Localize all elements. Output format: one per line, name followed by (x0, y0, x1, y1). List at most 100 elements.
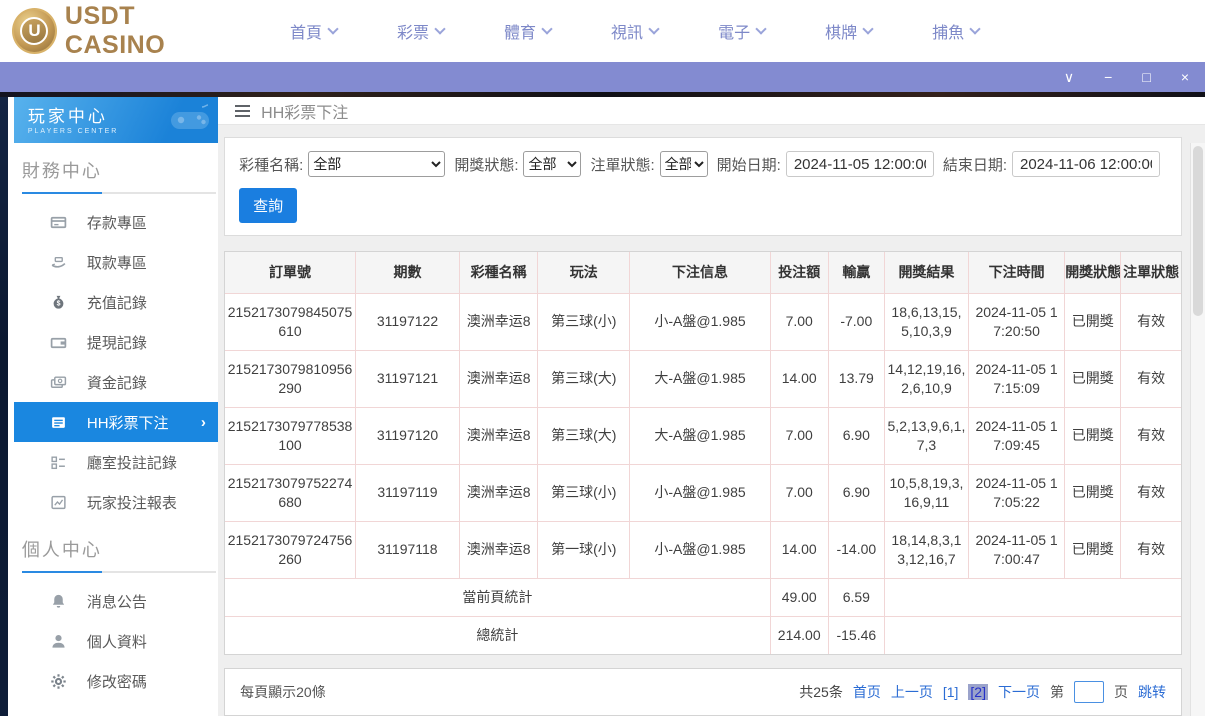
column-header: 開獎結果 (884, 252, 968, 293)
sidebar-item-withdraw[interactable]: 取款專區 (14, 242, 218, 282)
sidebar-item-announcements[interactable]: 消息公告 (14, 581, 218, 621)
sidebar-item-funds-records[interactable]: 資金記錄 (14, 362, 218, 402)
column-header: 期數 (355, 252, 459, 293)
scrollbar-thumb[interactable] (1193, 146, 1203, 316)
sidebar-item-change-password[interactable]: 修改密碼 (14, 661, 218, 701)
nav-item-home[interactable]: 首頁 (290, 19, 337, 43)
breadcrumb: HH彩票下注 (218, 97, 1205, 125)
sidebar-item-player-bet-report[interactable]: 玩家投注報表 (14, 482, 218, 522)
cell-bet-info: 大-A盤@1.985 (630, 407, 770, 464)
cell-bet-info: 大-A盤@1.985 (630, 350, 770, 407)
summary-win-loss: -15.46 (828, 616, 884, 654)
search-button[interactable]: 查詢 (239, 188, 297, 223)
nav-item-sports[interactable]: 體育 (504, 19, 551, 43)
column-header: 玩法 (538, 252, 630, 293)
first-page-link[interactable]: 首页 (853, 682, 881, 702)
nav-item-label: 體育 (504, 19, 536, 43)
cell-order-no: 2152173079778538100 (225, 407, 355, 464)
summary-amount: 214.00 (770, 616, 828, 654)
nav-item-label: 彩票 (397, 19, 429, 43)
cell-win-loss: 13.79 (828, 350, 884, 407)
nav-item-label: 捕魚 (932, 19, 964, 43)
cell-bet-time: 2024-11-05 17:05:22 (969, 464, 1065, 521)
sidebar-item-profile[interactable]: 個人資料 (14, 621, 218, 661)
page-size-text: 每頁顯示20條 (240, 682, 326, 702)
nav-item-boardgames[interactable]: 棋牌 (825, 19, 872, 43)
pagination-bar: 每頁顯示20條 共25条 首页 上一页 [1] [2] 下一页 第 页 跳转 (224, 668, 1182, 716)
column-header: 投注額 (770, 252, 828, 293)
withdraw-hand-icon (50, 254, 67, 271)
collapse-button[interactable]: ∨ (1064, 70, 1074, 84)
cell-win-loss: -14.00 (828, 521, 884, 578)
scrollbar[interactable] (1190, 143, 1205, 716)
page-2-link-current[interactable]: [2] (968, 684, 988, 700)
nav-item-fishing[interactable]: 捕魚 (932, 19, 979, 43)
end-date-label: 結束日期: (943, 154, 1007, 175)
summary-label: 總統計 (225, 616, 770, 654)
sidebar-item-recharge-records[interactable]: $ 充值記錄 (14, 282, 218, 322)
column-header: 輸贏 (828, 252, 884, 293)
sidebar-item-withdrawal-records[interactable]: 提現記錄 (14, 322, 218, 362)
bank-card-icon (50, 214, 67, 231)
cell-result: 14,12,19,16,2,6,10,9 (884, 350, 968, 407)
gamepad-icon (166, 103, 214, 135)
window-titlebar: ∨ − □ × (0, 62, 1205, 92)
close-button[interactable]: × (1181, 70, 1189, 84)
minimize-button[interactable]: − (1104, 70, 1112, 84)
summary-win-loss: 6.59 (828, 578, 884, 616)
next-page-link[interactable]: 下一页 (998, 682, 1040, 702)
nav-item-lottery[interactable]: 彩票 (397, 19, 444, 43)
jump-button[interactable]: 跳转 (1138, 682, 1166, 702)
lottery-name-select[interactable]: 全部 (308, 151, 445, 177)
start-date-input[interactable] (786, 151, 934, 177)
section-divider (22, 192, 216, 194)
cell-result: 18,14,8,3,13,12,16,7 (884, 521, 968, 578)
nav-item-label: 視訊 (611, 19, 643, 43)
draw-status-label: 開獎狀態: (454, 154, 518, 175)
filter-panel: 彩種名稱: 全部 開獎狀態: 全部 注單狀態: 全部 開始日期: 結束日期: (224, 137, 1182, 236)
cell-bet-info: 小-A盤@1.985 (630, 293, 770, 350)
cell-amount: 7.00 (770, 464, 828, 521)
cell-order-status: 有效 (1121, 521, 1181, 578)
chevron-down-icon (755, 23, 766, 34)
hamburger-menu-icon[interactable] (235, 105, 250, 117)
cell-amount: 14.00 (770, 521, 828, 578)
gear-icon (50, 673, 67, 690)
bell-icon (50, 593, 67, 610)
maximize-button[interactable]: □ (1142, 70, 1150, 84)
sidebar-item-hh-lottery-bets[interactable]: HH彩票下注 › (14, 402, 218, 442)
draw-status-select[interactable]: 全部 (523, 151, 581, 177)
sidebar-item-label: 玩家投注報表 (87, 492, 177, 513)
cell-bet-info: 小-A盤@1.985 (630, 521, 770, 578)
order-status-select[interactable]: 全部 (660, 151, 708, 177)
table-row: 2152173079752274680 31197119 澳洲幸运8 第三球(小… (225, 464, 1181, 521)
page-1-link[interactable]: [1] (943, 684, 959, 700)
column-header: 下注信息 (630, 252, 770, 293)
end-date-input[interactable] (1012, 151, 1160, 177)
table-row: 2152173079810956290 31197121 澳洲幸运8 第三球(大… (225, 350, 1181, 407)
table-row: 2152173079724756260 31197118 澳洲幸运8 第一球(小… (225, 521, 1181, 578)
cell-amount: 14.00 (770, 350, 828, 407)
cell-play: 第一球(小) (538, 521, 630, 578)
jump-page-input[interactable] (1074, 681, 1104, 703)
sidebar-item-room-bet-records[interactable]: 廳室投註記錄 (14, 442, 218, 482)
chevron-down-icon (969, 23, 980, 34)
chevron-right-icon: › (201, 414, 206, 431)
nav-item-electronic[interactable]: 電子 (718, 19, 765, 43)
sidebar-item-label: 存款專區 (87, 212, 147, 233)
page-summary-row: 當前頁統計 49.00 6.59 (225, 578, 1181, 616)
nav-item-video[interactable]: 視訊 (611, 19, 658, 43)
logo[interactable]: U USDT CASINO (12, 2, 238, 60)
lottery-name-label: 彩種名稱: (239, 154, 303, 175)
page-title: HH彩票下注 (261, 99, 348, 123)
jump-label-before: 第 (1050, 682, 1064, 702)
summary-empty (884, 578, 1181, 616)
cell-amount: 7.00 (770, 293, 828, 350)
order-status-label: 注單狀態: (590, 154, 654, 175)
coin-logo-icon: U (12, 8, 57, 54)
prev-page-link[interactable]: 上一页 (891, 682, 933, 702)
cell-draw-status: 已開獎 (1065, 350, 1121, 407)
cell-lottery: 澳洲幸运8 (460, 407, 538, 464)
cell-order-no: 2152173079752274680 (225, 464, 355, 521)
sidebar-item-deposit[interactable]: 存款專區 (14, 202, 218, 242)
